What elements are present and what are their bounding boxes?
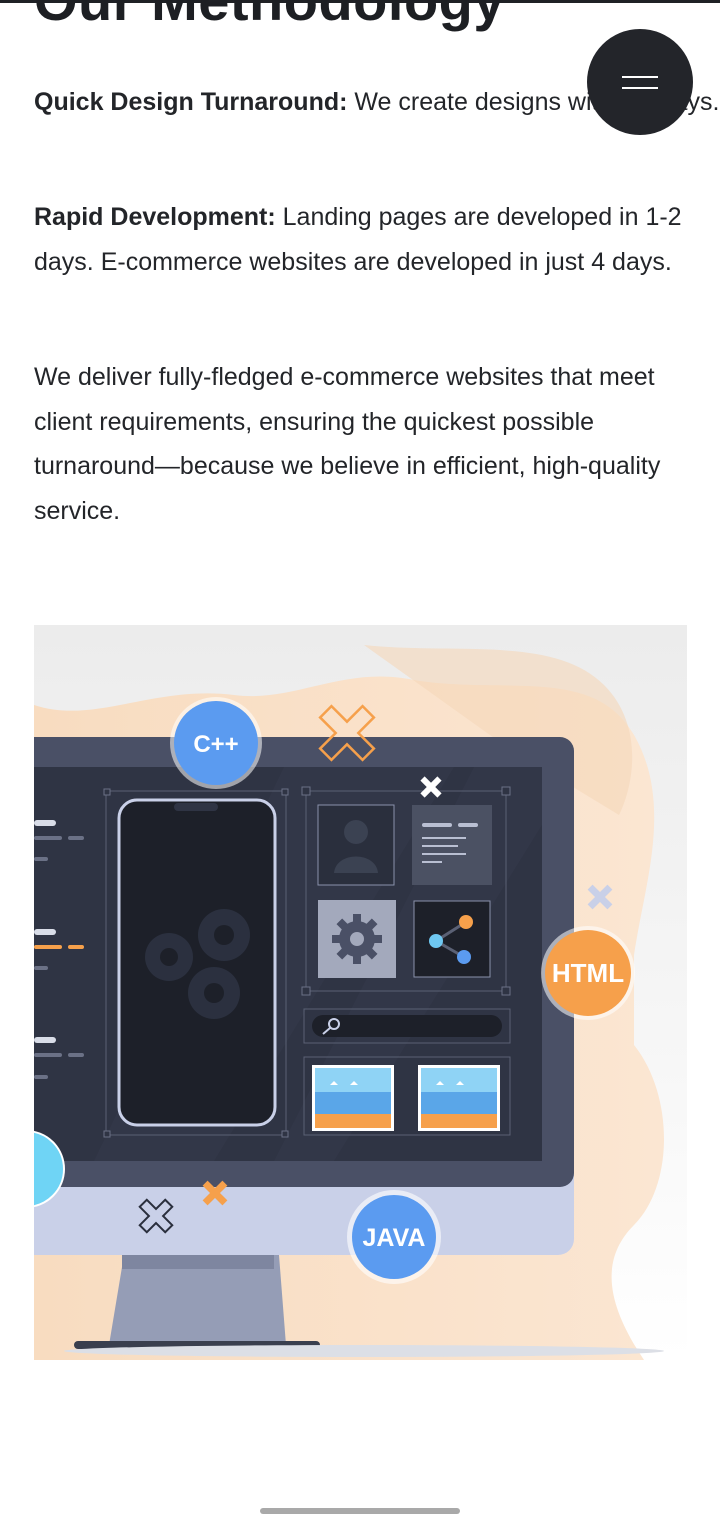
- badge-cpp-label: C++: [193, 731, 238, 758]
- paragraph-label: Quick Design Turnaround:: [34, 88, 348, 116]
- settings-icon: [332, 914, 382, 964]
- home-indicator[interactable]: [260, 1508, 460, 1514]
- paragraph-label: Rapid Development:: [34, 203, 276, 231]
- hamburger-menu-icon-bar: [622, 87, 658, 89]
- badge-html-label: HTML: [552, 958, 624, 988]
- image-thumbnail: [418, 1065, 500, 1131]
- development-illustration: C++ HTML JAVA: [34, 625, 687, 1360]
- image-thumbnail: [312, 1065, 394, 1131]
- paragraph-delivery: We deliver fully-fledged e-commerce webs…: [34, 363, 661, 525]
- search-bar: [312, 1015, 502, 1037]
- hamburger-menu-icon: [622, 76, 658, 78]
- phone-mockup: [117, 798, 277, 1127]
- badge-java-label: JAVA: [363, 1224, 426, 1252]
- page-title: Our Methodology: [34, 0, 506, 32]
- paragraph-development: Rapid Development: Landing pages are dev…: [34, 195, 684, 284]
- menu-button[interactable]: [587, 29, 693, 135]
